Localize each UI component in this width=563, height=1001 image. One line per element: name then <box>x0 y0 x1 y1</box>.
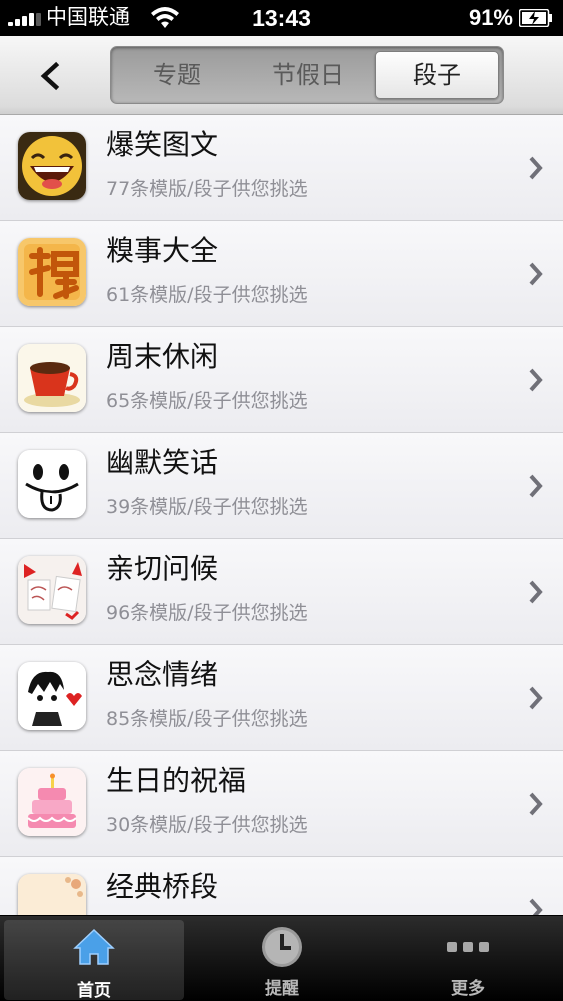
tab-label: 首页 <box>77 981 111 1001</box>
list-item[interactable]: 糗事大全 61条模版/段子供您挑选 <box>0 221 563 327</box>
item-title: 经典桥段 <box>106 870 219 903</box>
back-chevron-icon[interactable] <box>30 56 70 96</box>
category-list: 爆笑图文 77条模版/段子供您挑选 糗事大全 61条模版/段子供您挑选 周末休闲 <box>0 115 563 915</box>
list-item[interactable]: 爆笑图文 77条模版/段子供您挑选 <box>0 115 563 221</box>
item-subtitle: 30条模版/段子供您挑选 <box>106 814 308 836</box>
item-subtitle: 61条模版/段子供您挑选 <box>106 284 308 306</box>
battery-charging-icon <box>519 9 552 27</box>
list-item[interactable]: 生日的祝福 30条模版/段子供您挑选 <box>0 751 563 857</box>
chevron-right-icon <box>529 686 543 710</box>
list-item[interactable]: 周末休闲 65条模版/段子供您挑选 <box>0 327 563 433</box>
chevron-right-icon <box>529 580 543 604</box>
segment-holidays[interactable]: 节假日 <box>243 47 373 103</box>
list-item[interactable]: 思念情绪 85条模版/段子供您挑选 <box>0 645 563 751</box>
item-title: 糗事大全 <box>106 234 219 267</box>
item-title: 幽默笑话 <box>106 446 219 479</box>
birthday-cake-icon <box>18 768 86 836</box>
laughing-face-icon <box>18 132 86 200</box>
tab-label: 更多 <box>451 979 485 999</box>
tab-more[interactable]: 更多 <box>378 916 558 1001</box>
tab-home[interactable]: 首页 <box>4 920 184 1001</box>
list-item[interactable]: 幽默笑话 39条模版/段子供您挑选 <box>0 433 563 539</box>
status-bar: 中国联通 13:43 91% <box>0 0 563 36</box>
segment-special-topics[interactable]: 专题 <box>111 47 243 103</box>
segment-jokes-selected[interactable]: 段子 <box>375 51 499 99</box>
item-subtitle: 39条模版/段子供您挑选 <box>106 496 308 518</box>
tab-bar: 首页 提醒 更多 <box>0 915 563 1001</box>
tab-label: 提醒 <box>265 979 299 999</box>
chevron-right-icon <box>529 262 543 286</box>
list-item[interactable]: 经典桥段 <box>0 857 563 915</box>
more-dots-icon <box>447 942 489 952</box>
category-segmented-control: 专题 节假日 段子 <box>110 46 504 104</box>
item-title: 亲切问候 <box>106 552 219 585</box>
chevron-right-icon <box>529 792 543 816</box>
item-title: 生日的祝福 <box>106 764 247 797</box>
home-icon <box>73 928 115 965</box>
tongue-face-icon <box>18 450 86 518</box>
floral-paper-icon <box>18 874 86 915</box>
item-title: 周末休闲 <box>106 340 219 373</box>
clock-icon <box>262 927 302 967</box>
qiu-character-icon <box>18 238 86 306</box>
item-title: 爆笑图文 <box>106 128 219 161</box>
item-subtitle: 65条模版/段子供您挑选 <box>106 390 308 412</box>
list-item[interactable]: 亲切问候 96条模版/段子供您挑选 <box>0 539 563 645</box>
chevron-right-icon <box>529 474 543 498</box>
chevron-right-icon <box>529 368 543 392</box>
navigation-bar: 专题 节假日 段子 <box>0 36 563 115</box>
chevron-right-icon <box>529 898 543 915</box>
greeting-card-icon <box>18 556 86 624</box>
item-title: 思念情绪 <box>106 658 219 691</box>
item-subtitle: 77条模版/段子供您挑选 <box>106 178 308 200</box>
battery-percent: 91% <box>468 5 513 30</box>
tab-reminders[interactable]: 提醒 <box>192 916 372 1001</box>
chevron-right-icon <box>529 156 543 180</box>
coffee-cup-icon <box>18 344 86 412</box>
item-subtitle: 85条模版/段子供您挑选 <box>106 708 308 730</box>
item-subtitle: 96条模版/段子供您挑选 <box>106 602 308 624</box>
sketch-figure-icon <box>18 662 86 730</box>
